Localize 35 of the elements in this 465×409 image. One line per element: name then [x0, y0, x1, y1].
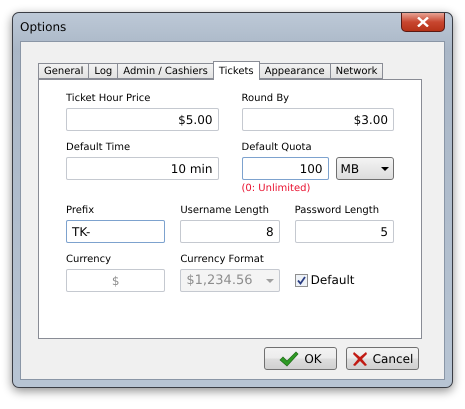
tab[interactable]: Network: [330, 63, 384, 79]
tab[interactable]: Tickets: [212, 61, 260, 80]
field-label: Currency: [66, 253, 112, 267]
field-label: Prefix: [66, 204, 96, 218]
checkbox-icon[interactable]: [294, 274, 308, 286]
tab[interactable]: General: [38, 63, 90, 79]
input-field[interactable]: 10 min: [66, 157, 218, 180]
input-field[interactable]: 5: [294, 220, 394, 243]
input-field[interactable]: 8: [180, 220, 280, 243]
tab[interactable]: Log: [88, 63, 118, 79]
close-icon: [417, 17, 429, 27]
window-title: Options: [20, 20, 66, 34]
default-checkbox[interactable]: Default: [294, 273, 394, 287]
unit-dropdown[interactable]: MB: [336, 157, 394, 180]
field-label: Round By: [242, 92, 290, 106]
hint-text: (0: Unlimited): [242, 183, 312, 194]
input-field[interactable]: $3.00: [242, 108, 394, 131]
caret-icon: [266, 278, 274, 282]
checkmark-icon: [279, 350, 300, 366]
close-button[interactable]: [401, 13, 445, 32]
field-label: Default Time: [66, 141, 132, 155]
field-label: Currency Format: [180, 253, 265, 267]
field-label: Default Quota: [242, 141, 313, 155]
caret-icon: [380, 166, 388, 170]
input-field[interactable]: TK-: [66, 220, 166, 243]
tab[interactable]: Admin / Cashiers: [117, 63, 214, 79]
field-label: Password Length: [294, 204, 380, 218]
field-label: Username Length: [180, 204, 270, 218]
cancel-button[interactable]: Cancel: [346, 347, 419, 370]
ok-button[interactable]: OK: [264, 347, 337, 370]
tab[interactable]: Appearance: [258, 63, 331, 79]
cross-icon: [352, 350, 368, 366]
field-label: Ticket Hour Price: [66, 92, 152, 106]
input-field[interactable]: $5.00: [66, 108, 218, 131]
input-field[interactable]: 100: [242, 157, 328, 180]
